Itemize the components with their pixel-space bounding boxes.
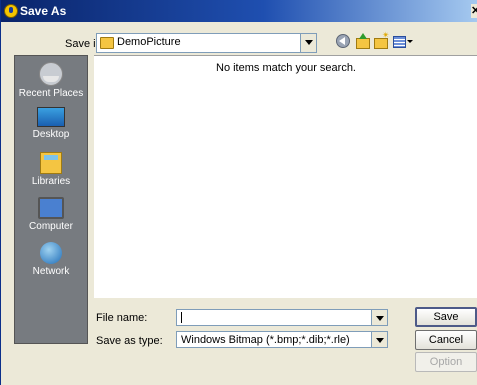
file-list[interactable]: No items match your search.	[94, 55, 477, 298]
save-in-dropdown[interactable]: DemoPicture	[96, 33, 317, 53]
views-menu-icon[interactable]	[392, 33, 414, 49]
text-caret	[181, 312, 182, 323]
app-icon	[4, 4, 18, 18]
save-button[interactable]: Save	[415, 307, 477, 327]
cancel-button[interactable]: Cancel	[415, 330, 477, 350]
libraries-icon	[40, 152, 62, 174]
place-recent-places[interactable]: Recent Places	[15, 62, 87, 99]
place-label: Network	[32, 266, 70, 277]
close-button[interactable]: ✕	[471, 4, 477, 18]
save-as-type-dropdown[interactable]: Windows Bitmap (*.bmp;*.dib;*.rle)	[176, 331, 388, 348]
place-desktop[interactable]: Desktop	[15, 107, 87, 140]
place-label: Libraries	[31, 176, 71, 187]
folder-icon	[100, 37, 114, 49]
network-icon	[40, 242, 62, 264]
back-icon[interactable]	[335, 33, 351, 49]
new-folder-icon[interactable]	[373, 30, 390, 49]
up-folder-icon[interactable]	[354, 33, 370, 49]
desktop-icon	[37, 107, 65, 127]
recent-places-icon	[39, 62, 63, 86]
save-as-type-label: Save as type:	[96, 335, 163, 347]
place-computer[interactable]: Computer	[15, 197, 87, 232]
place-label: Desktop	[32, 129, 70, 140]
file-name-input[interactable]	[176, 309, 388, 326]
places-bar: Recent Places Desktop Libraries Computer…	[14, 55, 88, 344]
title-bar[interactable]: Save As ✕	[1, 0, 477, 22]
chevron-down-icon[interactable]	[371, 332, 387, 347]
chevron-down-icon[interactable]	[371, 310, 387, 325]
place-network[interactable]: Network	[15, 242, 87, 277]
empty-message: No items match your search.	[216, 62, 356, 74]
save-as-type-value: Windows Bitmap (*.bmp;*.dib;*.rle)	[181, 334, 350, 346]
file-name-label: File name:	[96, 312, 148, 324]
place-label: Computer	[29, 221, 73, 232]
place-label: Recent Places	[18, 88, 84, 99]
computer-icon	[38, 197, 64, 219]
save-as-dialog: Save As ✕ Save in: DemoPicture Recent Pl…	[0, 0, 477, 385]
place-libraries[interactable]: Libraries	[15, 152, 87, 187]
chevron-down-icon[interactable]	[300, 34, 316, 52]
window-title: Save As	[20, 4, 67, 18]
option-button[interactable]: Option	[415, 352, 477, 372]
save-in-value: DemoPicture	[117, 36, 181, 48]
